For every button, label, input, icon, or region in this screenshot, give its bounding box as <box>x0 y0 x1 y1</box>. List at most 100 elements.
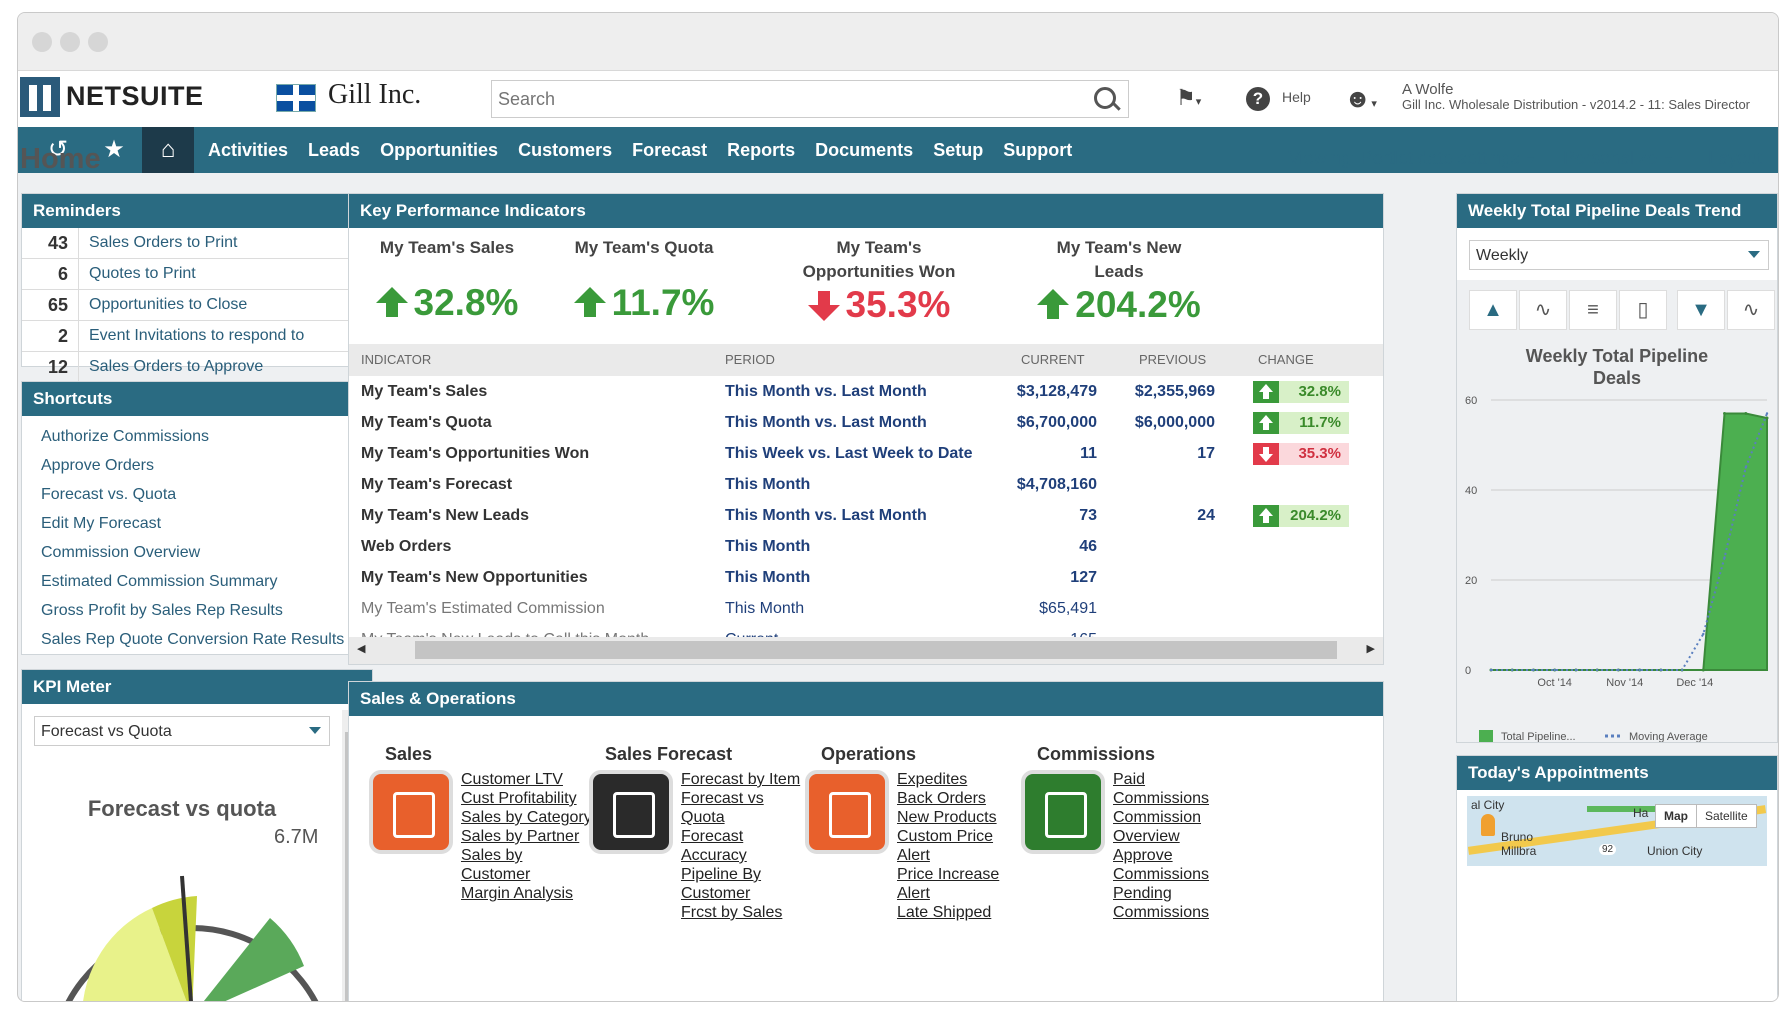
kpi-row[interactable]: My Team's Quota This Month vs. Last Month… <box>349 407 1383 438</box>
document-icon[interactable] <box>369 770 453 854</box>
sales-ops-link[interactable]: Commissions <box>1113 865 1209 884</box>
trend-down-icon[interactable]: ▼ <box>1677 290 1725 330</box>
netsuite-logo-text[interactable]: NETSUITE <box>66 81 204 112</box>
sales-ops-link[interactable]: Alert <box>897 884 930 903</box>
search-box[interactable] <box>491 80 1129 118</box>
sales-ops-link[interactable]: Commissions <box>1113 903 1209 922</box>
reminder-count[interactable]: 2 <box>22 321 79 351</box>
kpi-period[interactable]: This Month vs. Last Month <box>725 407 927 438</box>
pipeline-period-select[interactable]: Weekly <box>1469 240 1769 270</box>
reminder-row[interactable]: 6 Quotes to Print <box>22 259 372 290</box>
shortcut-link[interactable]: Sales Rep Quote Conversion Rate Results <box>22 625 372 654</box>
reminder-count[interactable]: 6 <box>22 259 79 289</box>
tag-icon[interactable] <box>589 770 673 854</box>
kpi-current[interactable]: 127 <box>1070 562 1097 593</box>
kpi-period[interactable]: This Month <box>725 593 804 624</box>
layout-link[interactable]: Layout <box>1708 148 1762 169</box>
sales-ops-link[interactable]: Paid <box>1113 770 1145 789</box>
notifications-icon[interactable]: ⚑▾ <box>1176 85 1201 111</box>
sales-ops-link[interactable]: Custom Price <box>897 827 993 846</box>
kpi-period[interactable]: This Month <box>725 562 810 593</box>
bar-chart-icon[interactable]: ≡ <box>1569 290 1617 330</box>
kpi-meter-select[interactable]: Forecast vs Quota <box>34 716 330 746</box>
map-button[interactable]: Map <box>1656 805 1697 827</box>
reminder-count[interactable]: 43 <box>22 228 79 258</box>
sales-ops-link[interactable]: Cust Profitability <box>461 789 577 808</box>
kpi-row[interactable]: Web Orders This Month 46 <box>349 531 1383 562</box>
reminder-row[interactable]: 65 Opportunities to Close <box>22 290 372 321</box>
sales-ops-link[interactable]: Sales by Partner <box>461 827 579 846</box>
kpi-period[interactable]: This Week vs. Last Week to Date <box>725 438 973 469</box>
nav-item-customers[interactable]: Customers <box>508 127 622 173</box>
sales-ops-link[interactable]: Customer <box>461 865 530 884</box>
reminder-count[interactable]: 65 <box>22 290 79 320</box>
kpi-indicator[interactable]: Web Orders <box>361 531 451 562</box>
column-chart-icon[interactable]: ▯ <box>1619 290 1667 330</box>
col-change[interactable]: CHANGE <box>1258 344 1314 376</box>
reminder-label[interactable]: Opportunities to Close <box>79 296 247 314</box>
sales-ops-link[interactable]: Customer <box>681 884 750 903</box>
shortcut-link[interactable]: Approve Orders <box>22 451 372 480</box>
nav-item-activities[interactable]: Activities <box>198 127 298 173</box>
sales-ops-link[interactable]: Accuracy <box>681 846 747 865</box>
kpi-indicator[interactable]: My Team's New Leads <box>361 500 529 531</box>
kpi-indicator[interactable]: My Team's Sales <box>361 376 487 407</box>
kpi-previous[interactable]: 17 <box>1197 438 1215 469</box>
kpi-current[interactable]: $6,700,000 <box>1017 407 1097 438</box>
sales-ops-link[interactable]: Sales by <box>461 846 522 865</box>
reminder-label[interactable]: Sales Orders to Print <box>79 234 238 252</box>
kpi-current[interactable]: 11 <box>1080 438 1097 469</box>
area-chart-icon[interactable]: ▲ <box>1469 290 1517 330</box>
kpi-previous[interactable]: $6,000,000 <box>1135 407 1215 438</box>
nav-item-leads[interactable]: Leads <box>298 127 370 173</box>
minimize-window-dot[interactable] <box>60 32 80 52</box>
kpi-period[interactable]: This Month vs. Last Month <box>725 500 927 531</box>
kpi-row[interactable]: My Team's New Leads This Month vs. Last M… <box>349 500 1383 531</box>
kpi-indicator[interactable]: My Team's New Opportunities <box>361 562 588 593</box>
sales-ops-link[interactable]: Forecast <box>681 827 743 846</box>
chart-magnifier-icon[interactable] <box>1021 770 1105 854</box>
sales-ops-link[interactable]: Pending <box>1113 884 1172 903</box>
kpi-period[interactable]: This Month <box>725 469 810 500</box>
nav-item-setup[interactable]: Setup <box>923 127 993 173</box>
sales-ops-link[interactable]: Sales by Category <box>461 808 592 827</box>
sales-ops-link[interactable]: Frcst by Sales <box>681 903 782 922</box>
user-avatar-icon[interactable]: ☻▾ <box>1344 83 1377 114</box>
reminder-label[interactable]: Quotes to Print <box>79 265 196 283</box>
scroll-right-icon[interactable]: ▶ <box>1367 642 1375 655</box>
sales-ops-link[interactable]: Back Orders <box>897 789 986 808</box>
maximize-window-dot[interactable] <box>88 32 108 52</box>
sales-ops-link[interactable]: Customer LTV <box>461 770 563 789</box>
sales-ops-link[interactable]: Margin Analysis <box>461 884 573 903</box>
pegman-icon[interactable] <box>1481 814 1495 836</box>
col-indicator[interactable]: INDICATOR <box>361 344 431 376</box>
kpi-indicator[interactable]: My Team's Forecast <box>361 469 512 500</box>
reminder-row[interactable]: 43 Sales Orders to Print <box>22 228 372 259</box>
search-icon[interactable] <box>1094 87 1116 109</box>
kpi-row[interactable]: My Team's New Opportunities This Month 127 <box>349 562 1383 593</box>
nav-item-opportunities[interactable]: Opportunities <box>370 127 508 173</box>
kpi-indicator[interactable]: My Team's Estimated Commission <box>361 593 605 624</box>
nav-item-forecast[interactable]: Forecast <box>622 127 717 173</box>
col-previous[interactable]: PREVIOUS <box>1139 344 1206 376</box>
sales-ops-link[interactable]: Expedites <box>897 770 967 789</box>
kpi-row[interactable]: My Team's Opportunities Won This Week vs.… <box>349 438 1383 469</box>
kpi-row[interactable]: My Team's Forecast This Month $4,708,160 <box>349 469 1383 500</box>
sales-ops-link[interactable]: Approve <box>1113 846 1173 865</box>
kpi-current[interactable]: 73 <box>1079 500 1097 531</box>
appointments-map[interactable]: al City Bruno Millbra Union City Ha 92 M… <box>1467 796 1767 866</box>
sales-ops-link[interactable]: Overview <box>1113 827 1180 846</box>
search-input[interactable] <box>492 81 1060 117</box>
scroll-left-icon[interactable]: ◀ <box>357 642 365 655</box>
kpi-current[interactable]: $3,128,479 <box>1017 376 1097 407</box>
kpi-row[interactable]: My Team's Estimated Commission This Month… <box>349 593 1383 624</box>
reminder-row[interactable]: 12 Sales Orders to Approve <box>22 352 372 383</box>
shortcut-link[interactable]: Estimated Commission Summary <box>22 567 372 596</box>
sales-ops-link[interactable]: Commission <box>1113 808 1201 827</box>
sales-ops-link[interactable]: Late Shipped <box>897 903 991 922</box>
shortcut-link[interactable]: Authorize Commissions <box>22 422 372 451</box>
sales-ops-link[interactable]: New Products <box>897 808 997 827</box>
shortcut-link[interactable]: Forecast vs. Quota <box>22 480 372 509</box>
kpi-current[interactable]: $4,708,160 <box>1017 469 1097 500</box>
kpi-scroll-thumb[interactable] <box>415 641 1337 659</box>
